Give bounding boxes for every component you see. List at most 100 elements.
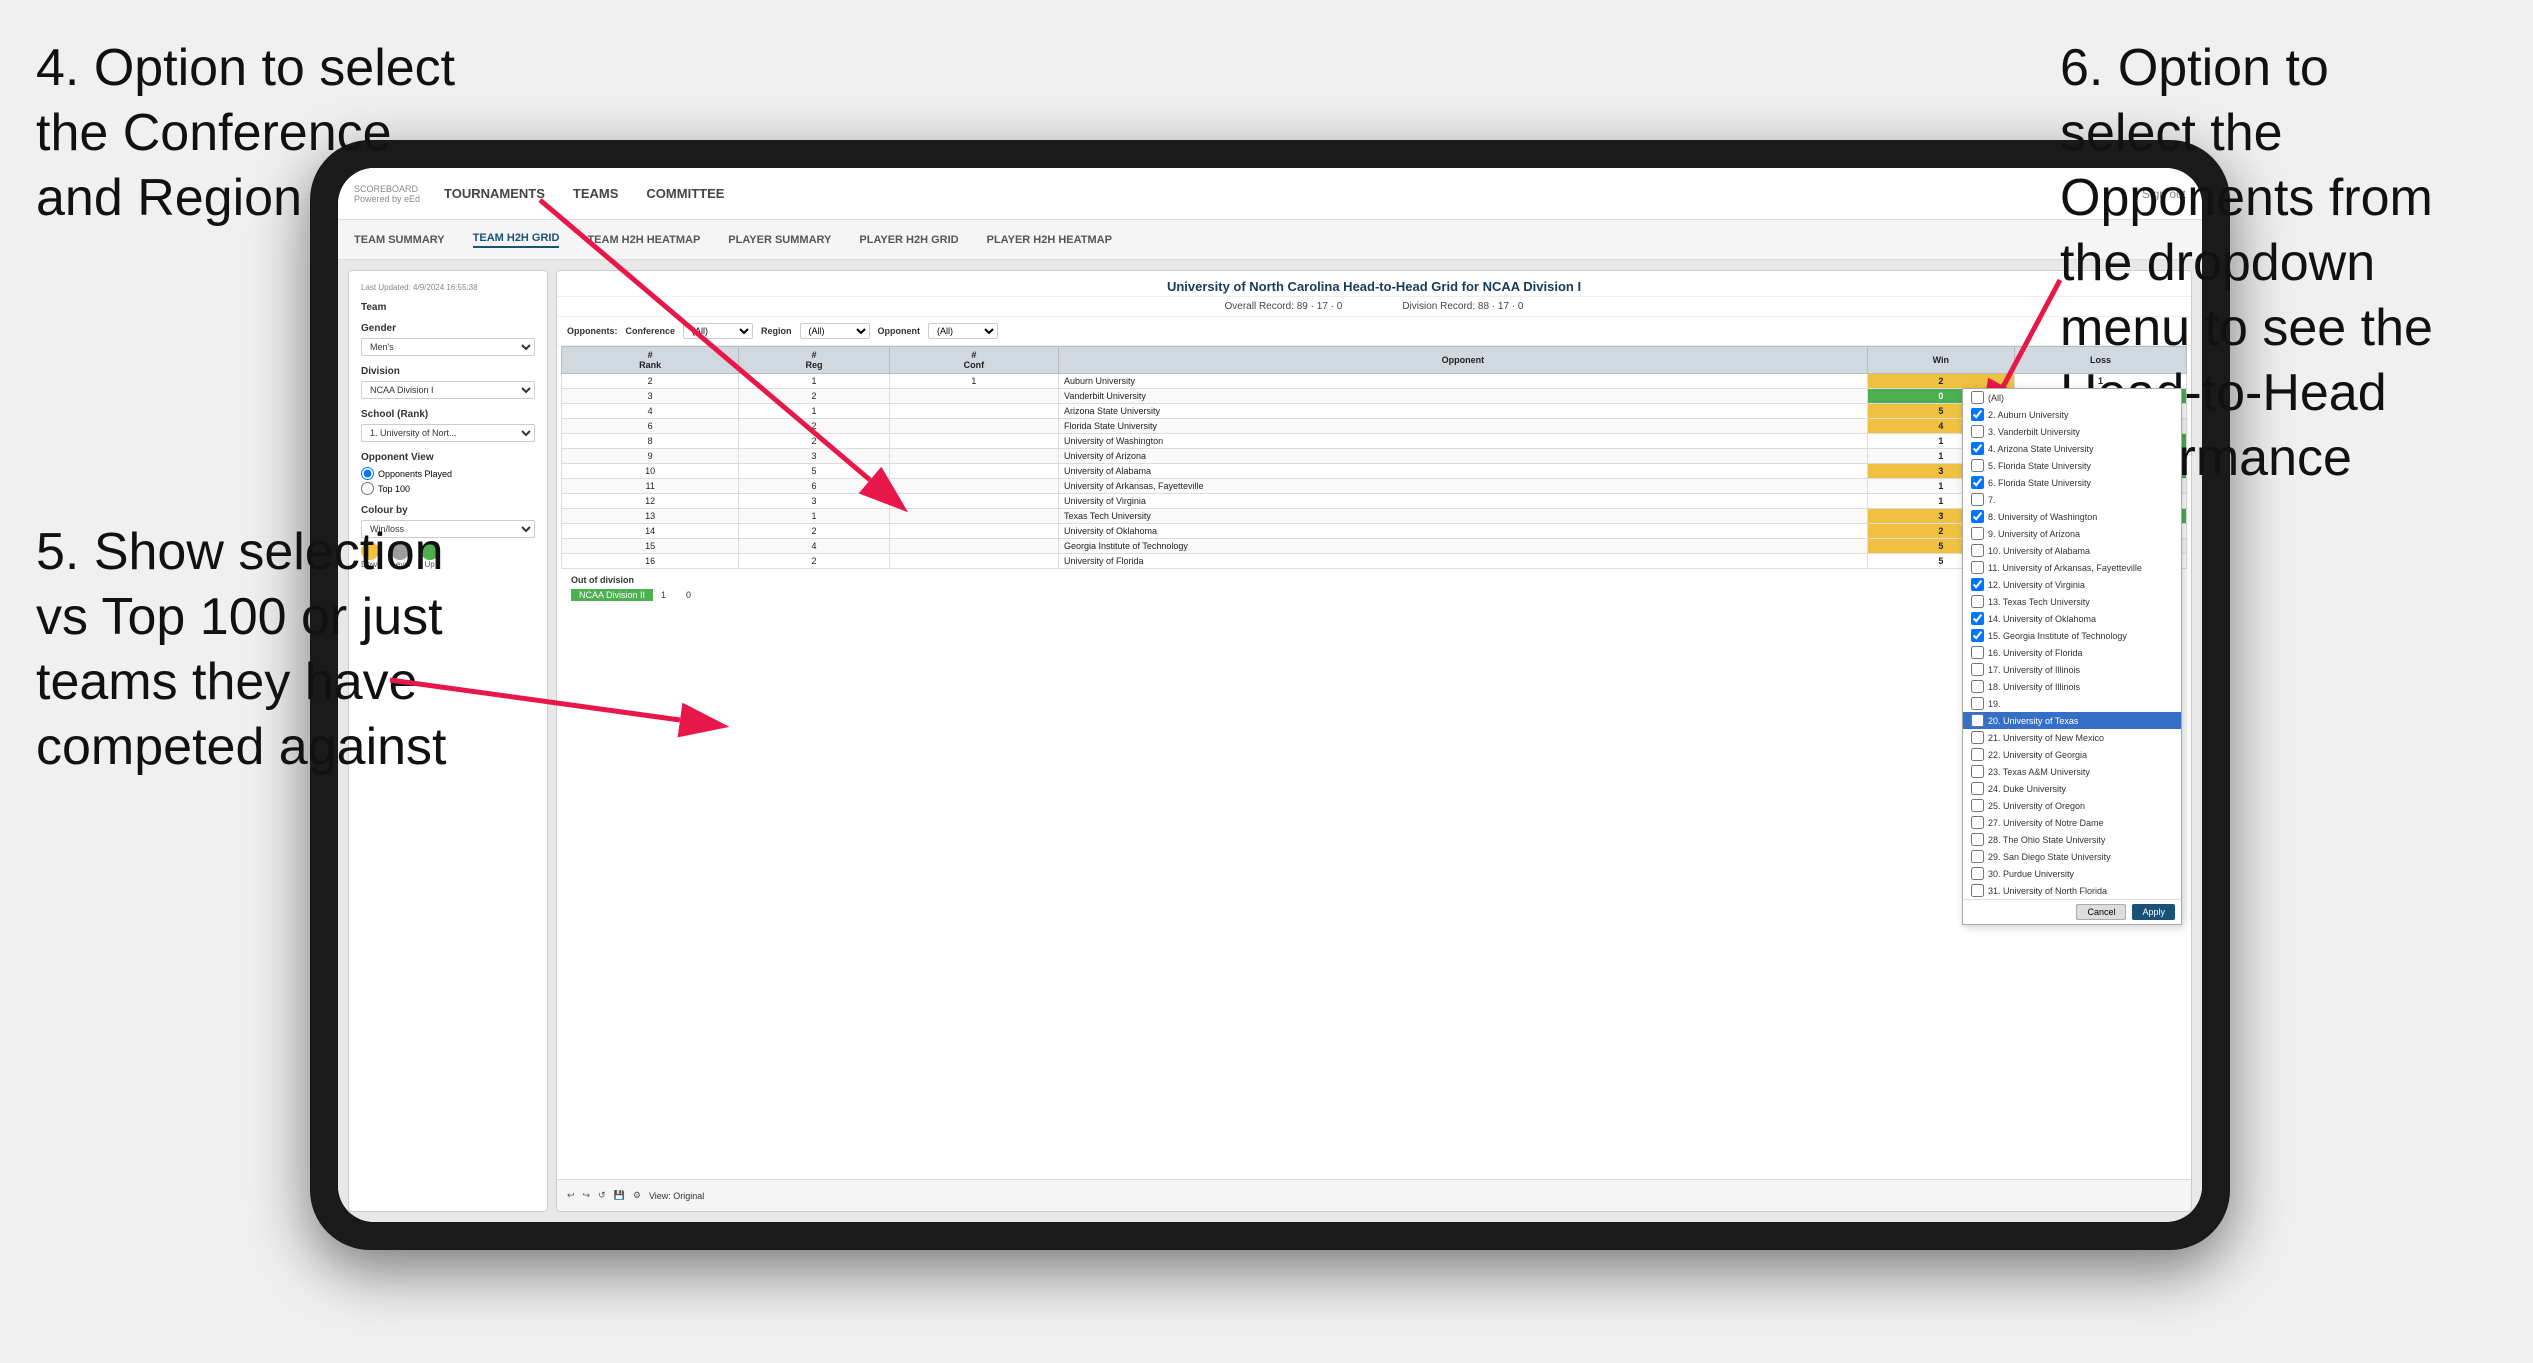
- cell-conf: [889, 389, 1058, 404]
- division-select[interactable]: NCAA Division I: [361, 381, 535, 399]
- toolbar-back[interactable]: ↺: [598, 1190, 606, 1201]
- dropdown-item[interactable]: 2. Auburn University: [1963, 406, 2181, 423]
- cell-reg: 5: [739, 464, 889, 479]
- cell-rank: 8: [562, 434, 739, 449]
- dropdown-item-label: 16. University of Florida: [1988, 648, 2083, 658]
- dropdown-item-label: 3. Vanderbilt University: [1988, 427, 2080, 437]
- radio-opponents-played[interactable]: Opponents Played: [361, 467, 535, 480]
- tab-team-h2h-heatmap[interactable]: TEAM H2H HEATMAP: [587, 234, 700, 246]
- tab-team-h2h-grid[interactable]: TEAM H2H GRID: [473, 232, 560, 248]
- gender-label: Gender: [361, 323, 535, 334]
- opponent-select[interactable]: (All): [928, 323, 998, 339]
- dropdown-cancel-button[interactable]: Cancel: [2076, 904, 2126, 920]
- nav-tournaments[interactable]: TOURNAMENTS: [444, 186, 545, 201]
- bottom-bar: ↩ ↪ ↺ 💾 ⚙ View: Original: [557, 1179, 2191, 1211]
- conference-filter-label: Conference: [626, 326, 676, 336]
- annotation-top-left: 4. Option to select the Conference and R…: [36, 36, 455, 231]
- school-rank-select[interactable]: 1. University of Nort...: [361, 424, 535, 442]
- toolbar-redo[interactable]: ↪: [583, 1190, 591, 1201]
- opponent-filter-label: Opponent: [878, 326, 921, 336]
- cell-conf: [889, 494, 1058, 509]
- gender-select[interactable]: Men's: [361, 338, 535, 356]
- dropdown-item[interactable]: (All): [1963, 389, 2181, 406]
- h2h-table: #Rank #Reg #Conf Opponent Win Loss 2 1 1…: [561, 346, 2187, 569]
- dropdown-item[interactable]: 17. University of Illinois: [1963, 661, 2181, 678]
- cell-reg: 2: [739, 389, 889, 404]
- th-conf: #Conf: [889, 347, 1058, 374]
- dropdown-item[interactable]: 12. University of Virginia: [1963, 576, 2181, 593]
- nav-committee[interactable]: COMMITTEE: [646, 186, 724, 201]
- dropdown-item-label: 15. Georgia Institute of Technology: [1988, 631, 2127, 641]
- dropdown-item[interactable]: 29. San Diego State University: [1963, 848, 2181, 865]
- toolbar-save[interactable]: 💾: [614, 1190, 625, 1201]
- table-row: 2 1 1 Auburn University 2 1: [562, 374, 2187, 389]
- tab-player-summary[interactable]: PLAYER SUMMARY: [728, 234, 831, 246]
- filter-row: Opponents: Conference (All) Region (All)…: [557, 317, 2191, 346]
- cell-rank: 15: [562, 539, 739, 554]
- dropdown-item[interactable]: 11. University of Arkansas, Fayetteville: [1963, 559, 2181, 576]
- dropdown-item-label: 20. University of Texas: [1988, 716, 2078, 726]
- cell-conf: [889, 554, 1058, 569]
- dropdown-item[interactable]: 23. Texas A&M University: [1963, 763, 2181, 780]
- dropdown-item[interactable]: 21. University of New Mexico: [1963, 729, 2181, 746]
- cell-opponent: Florida State University: [1058, 419, 1867, 434]
- dropdown-item-label: 22. University of Georgia: [1988, 750, 2087, 760]
- dropdown-item[interactable]: 27. University of Notre Dame: [1963, 814, 2181, 831]
- cell-opponent: University of Alabama: [1058, 464, 1867, 479]
- dropdown-item[interactable]: 24. Duke University: [1963, 780, 2181, 797]
- toolbar-undo[interactable]: ↩: [567, 1190, 575, 1201]
- dropdown-item[interactable]: 31. University of North Florida: [1963, 882, 2181, 899]
- table-row: 11 6 University of Arkansas, Fayettevill…: [562, 479, 2187, 494]
- dropdown-item[interactable]: 8. University of Washington: [1963, 508, 2181, 525]
- dropdown-item-label: 25. University of Oregon: [1988, 801, 2085, 811]
- cell-rank: 11: [562, 479, 739, 494]
- dropdown-item-label: 18. University of Illinois: [1988, 682, 2080, 692]
- colour-by-label: Colour by: [361, 505, 535, 516]
- dropdown-item[interactable]: 3. Vanderbilt University: [1963, 423, 2181, 440]
- dropdown-item[interactable]: 15. Georgia Institute of Technology: [1963, 627, 2181, 644]
- dropdown-item[interactable]: 5. Florida State University: [1963, 457, 2181, 474]
- dropdown-apply-button[interactable]: Apply: [2132, 904, 2175, 920]
- tab-team-summary[interactable]: TEAM SUMMARY: [354, 234, 445, 246]
- records-row: Overall Record: 89 · 17 · 0 Division Rec…: [557, 297, 2191, 317]
- dropdown-item[interactable]: 30. Purdue University: [1963, 865, 2181, 882]
- dropdown-item[interactable]: 18. University of Illinois: [1963, 678, 2181, 695]
- table-row: 12 3 University of Virginia 1: [562, 494, 2187, 509]
- table-row: 13 1 Texas Tech University 3 0: [562, 509, 2187, 524]
- tab-player-h2h-heatmap[interactable]: PLAYER H2H HEATMAP: [987, 234, 1112, 246]
- conference-select[interactable]: (All): [683, 323, 753, 339]
- dropdown-item-label: 24. Duke University: [1988, 784, 2066, 794]
- dropdown-item-label: 17. University of Illinois: [1988, 665, 2080, 675]
- dropdown-item[interactable]: 20. University of Texas: [1963, 712, 2181, 729]
- cell-conf: [889, 524, 1058, 539]
- dropdown-item-label: 19.: [1988, 699, 2001, 709]
- dropdown-item[interactable]: 7.: [1963, 491, 2181, 508]
- dropdown-item-label: 27. University of Notre Dame: [1988, 818, 2104, 828]
- tab-player-h2h-grid[interactable]: PLAYER H2H GRID: [859, 234, 958, 246]
- dropdown-item[interactable]: 19.: [1963, 695, 2181, 712]
- cell-reg: 1: [739, 404, 889, 419]
- toolbar-settings[interactable]: ⚙: [633, 1190, 641, 1201]
- dropdown-item[interactable]: 25. University of Oregon: [1963, 797, 2181, 814]
- opponent-dropdown[interactable]: (All)2. Auburn University 3. Vanderbilt U…: [1962, 388, 2182, 925]
- table-row: 3 2 Vanderbilt University 0 4: [562, 389, 2187, 404]
- dropdown-item[interactable]: 28. The Ohio State University: [1963, 831, 2181, 848]
- dropdown-item[interactable]: 22. University of Georgia: [1963, 746, 2181, 763]
- main-title: University of North Carolina Head-to-Hea…: [557, 271, 2191, 297]
- nav-teams[interactable]: TEAMS: [573, 186, 619, 201]
- dropdown-item[interactable]: 4. Arizona State University: [1963, 440, 2181, 457]
- dropdown-item[interactable]: 9. University of Arizona: [1963, 525, 2181, 542]
- cell-conf: [889, 404, 1058, 419]
- dropdown-item[interactable]: 14. University of Oklahoma: [1963, 610, 2181, 627]
- cell-rank: 16: [562, 554, 739, 569]
- cell-opponent: Georgia Institute of Technology: [1058, 539, 1867, 554]
- region-select[interactable]: (All): [800, 323, 870, 339]
- cell-conf: [889, 449, 1058, 464]
- cell-opponent: University of Washington: [1058, 434, 1867, 449]
- dropdown-item[interactable]: 6. Florida State University: [1963, 474, 2181, 491]
- radio-top100[interactable]: Top 100: [361, 482, 535, 495]
- dropdown-item[interactable]: 10. University of Alabama: [1963, 542, 2181, 559]
- dropdown-item[interactable]: 16. University of Florida: [1963, 644, 2181, 661]
- dropdown-item[interactable]: 13. Texas Tech University: [1963, 593, 2181, 610]
- data-table-wrap[interactable]: #Rank #Reg #Conf Opponent Win Loss 2 1 1…: [557, 346, 2191, 1179]
